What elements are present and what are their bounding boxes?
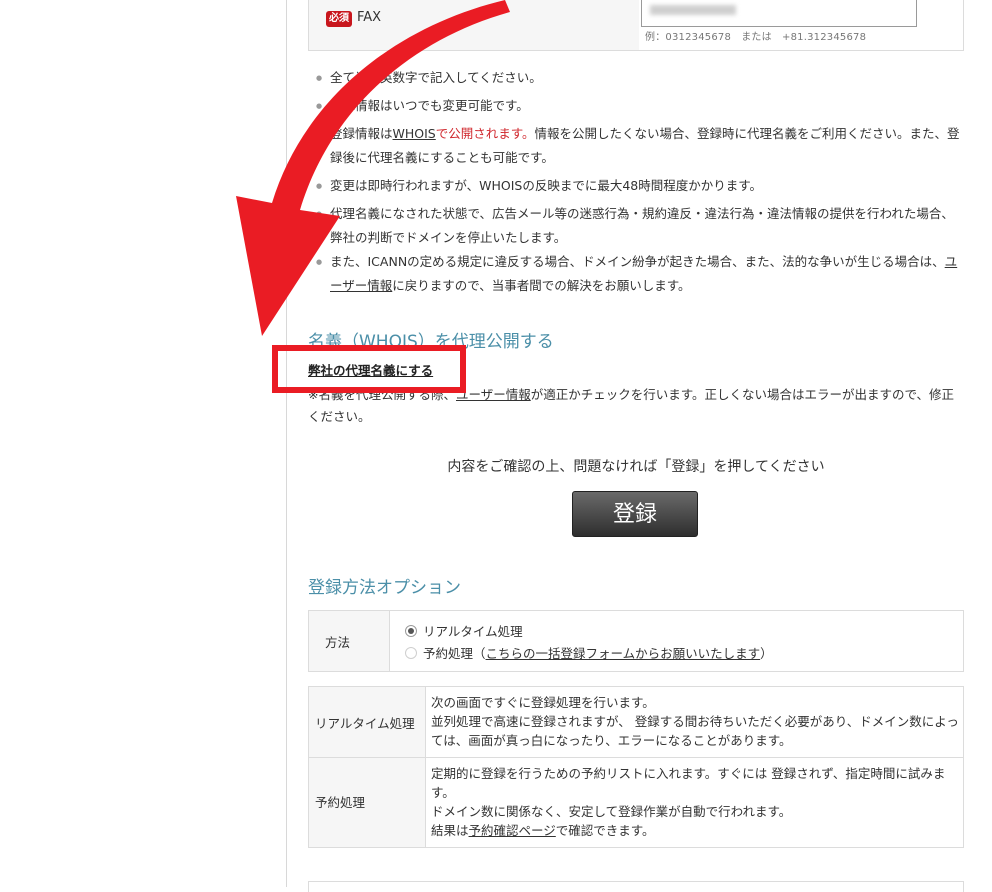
reserve-line-text: 結果は: [431, 823, 469, 838]
radio-reserve-label: 予約処理（: [423, 646, 486, 661]
note-text: 登録情報はいつでも変更可能です。: [330, 98, 529, 113]
note-text: 全て半角英数字で記入してください。: [330, 70, 542, 85]
reserve-line: 結果は予約確認ページで確認できます。: [431, 821, 959, 840]
fax-example: 例：0312345678 または +81.312345678: [645, 32, 867, 43]
realtime-line: 次の画面ですぐに登録処理を行います。: [431, 695, 655, 710]
realtime-line: 並列処理で高速に登録されますが、 登録する間お待ちいただく必要があり、ドメイン数…: [431, 714, 959, 748]
radio-realtime[interactable]: リアルタイム処理: [405, 621, 523, 640]
note-text: 変更は即時行われますが、WHOISの反映までに最大48時間程度かかります。: [330, 178, 763, 193]
whois-link[interactable]: WHOIS: [393, 126, 436, 141]
radio-unchecked-icon[interactable]: [405, 647, 417, 659]
annotation-highlight-box: [272, 345, 466, 393]
notes-list: 全て半角英数字で記入してください。 登録情報はいつでも変更可能です。 登録情報は…: [308, 66, 964, 298]
content-left-border: [286, 0, 287, 887]
note-text: 代理名義になされた状態で、広告メール等の迷惑行為・規約違反・違法行為・違法情報の…: [330, 206, 954, 245]
confirm-text: 内容をご確認の上、問題なければ「登録」を押してください: [447, 459, 825, 475]
note-text: 登録情報は: [330, 126, 393, 141]
note-item: また、ICANNの定める規定に違反する場合、ドメイン紛争が起きた場合、また、法的…: [308, 250, 964, 298]
note-text: に戻りますので、当事者間での解決をお願いします。: [392, 278, 691, 293]
reserve-label-cell: 予約処理: [309, 758, 426, 847]
method-label: 方法: [325, 635, 351, 650]
bulk-form-link[interactable]: こちらの一括登録フォームからお願いいたします: [486, 646, 761, 661]
realtime-label-cell: リアルタイム処理: [309, 687, 426, 757]
realtime-label: リアルタイム処理: [315, 716, 415, 731]
radio-reserve[interactable]: 予約処理（こちらの一括登録フォームからお願いいたします）: [405, 643, 773, 662]
note-item: 登録情報はいつでも変更可能です。: [308, 94, 964, 118]
reserve-line-text: で確認できます。: [555, 823, 655, 838]
options-heading: 登録方法オプション: [308, 578, 461, 598]
fax-label-cell: 必須 FAX: [309, 0, 639, 50]
reserve-label: 予約処理: [315, 795, 366, 810]
note-item: 代理名義になされた状態で、広告メール等の迷惑行為・規約違反・違法行為・違法情報の…: [308, 202, 964, 250]
proxy-user-info-link[interactable]: ユーザー情報: [456, 387, 531, 402]
blurred-value: [650, 5, 736, 15]
reservation-check-link[interactable]: 予約確認ページ: [469, 823, 556, 838]
radio-reserve-label-end: ）: [760, 646, 773, 661]
reserve-line: ドメイン数に関係なく、安定して登録作業が自動で行われます。: [431, 804, 792, 819]
reserve-line: 定期的に登録を行うための予約リストに入れます。すぐには 登録されず、指定時間に試…: [431, 766, 946, 800]
explain-table: リアルタイム処理 次の画面ですぐに登録処理を行います。 並列処理で高速に登録され…: [308, 686, 964, 848]
register-button[interactable]: 登録: [572, 491, 698, 537]
radio-realtime-label: リアルタイム処理: [423, 624, 523, 639]
note-item: 変更は即時行われますが、WHOISの反映までに最大48時間程度かかります。: [308, 174, 964, 198]
note-item: 登録情報はWHOISで公開されます。情報を公開したくない場合、登録時に代理名義を…: [308, 122, 964, 170]
method-label-cell: 方法: [309, 611, 390, 671]
fax-input[interactable]: [641, 0, 917, 27]
radio-checked-icon[interactable]: [405, 625, 417, 637]
note-red-text: で公開されます。: [435, 126, 535, 141]
reserve-description: 定期的に登録を行うための予約リストに入れます。すぐには 登録されず、指定時間に試…: [431, 764, 959, 840]
fax-label: FAX: [357, 10, 382, 25]
method-table: 方法 リアルタイム処理 予約処理（こちらの一括登録フォームからお願いいたします）: [308, 610, 964, 672]
realtime-description: 次の画面ですぐに登録処理を行います。 並列処理で高速に登録されますが、 登録する…: [431, 693, 959, 750]
note-text: また、ICANNの定める規定に違反する場合、ドメイン紛争が起きた場合、また、法的…: [330, 254, 945, 269]
required-badge: 必須: [326, 11, 352, 27]
note-item: 全て半角英数字で記入してください。: [308, 66, 964, 90]
fax-row: 必須 FAX 例：0312345678 または +81.312345678: [308, 0, 964, 51]
